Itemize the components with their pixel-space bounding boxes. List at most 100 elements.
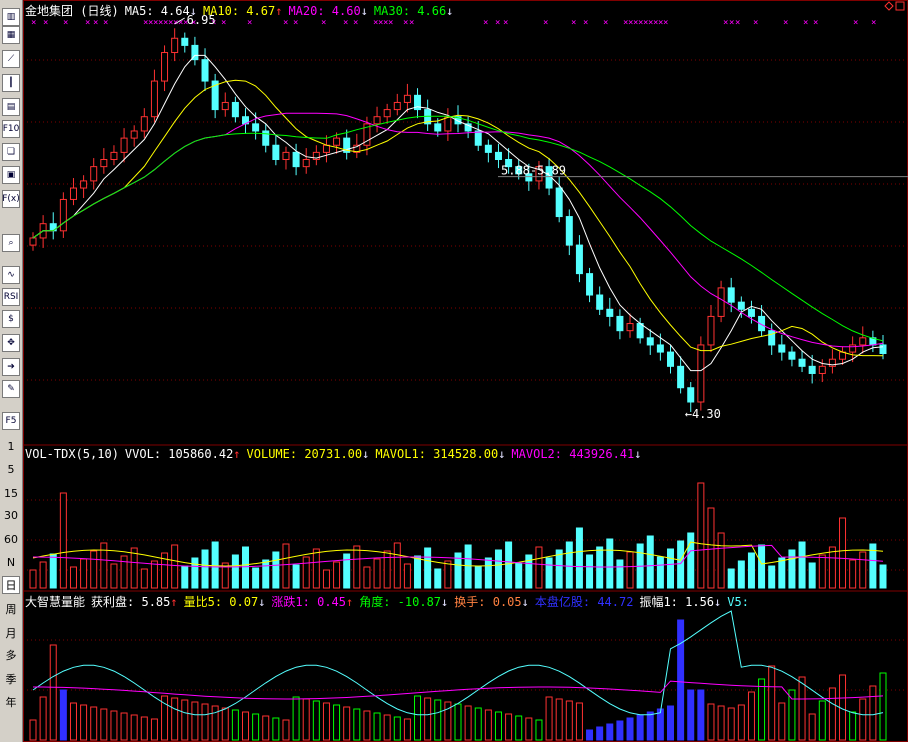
energy-bar-50 — [535, 719, 543, 741]
rsi-icon[interactable]: RSI — [2, 288, 20, 306]
candle-body-67 — [707, 315, 715, 346]
volume-bar-73 — [768, 565, 776, 589]
event-marker-4: × — [93, 18, 98, 28]
period-button-9[interactable]: 多 — [2, 646, 20, 664]
candle-body-61 — [646, 337, 654, 346]
candle-body-64 — [677, 365, 685, 389]
volume-bar-79 — [828, 546, 836, 589]
energy-bar-74 — [778, 702, 786, 741]
energy-bar-26 — [292, 696, 300, 741]
period-button-6[interactable]: 日 — [2, 576, 20, 594]
energy-bar-69 — [727, 707, 735, 741]
period-button-1[interactable]: 5 — [2, 460, 20, 478]
wave-icon[interactable]: ∿ — [2, 266, 20, 284]
formula-icon[interactable]: F(x) — [2, 190, 20, 208]
export-icon[interactable]: ➔ — [2, 358, 20, 376]
energy-bar-29 — [322, 702, 330, 741]
candle-body-10 — [130, 130, 138, 139]
ma20-line — [32, 112, 884, 348]
move-icon[interactable]: ✥ — [2, 334, 20, 352]
candle-body-41 — [444, 116, 452, 132]
candle-body-25 — [282, 151, 290, 161]
candle-body-29 — [322, 144, 330, 153]
volume-bar-58 — [616, 559, 624, 589]
v5-line — [32, 610, 884, 716]
grid-icon[interactable]: ▦ — [2, 26, 20, 44]
mavol2-arrow: ↓ — [634, 447, 642, 461]
energy-bar-68 — [717, 705, 725, 741]
candle-body-65 — [687, 387, 695, 403]
volume-bar-51 — [545, 557, 553, 589]
candle-body-45 — [484, 144, 492, 153]
event-marker-52: × — [813, 18, 818, 28]
kline-icon[interactable]: ▥ — [2, 8, 20, 26]
mavol1-arrow: ↓ — [498, 447, 506, 461]
volume-bar-75 — [788, 549, 796, 589]
bookmark-icon[interactable]: ❏ — [2, 143, 20, 161]
chart-area[interactable]: × × × × × × × × × × × × × × × × × × × × × × × × × × × × × × × × × × × × × × × ×… — [23, 0, 908, 742]
period-button-11[interactable]: 年 — [2, 693, 20, 711]
energy-bar-46 — [494, 711, 502, 741]
left-toolbar: ▥ ▦ ⟋ ┃ ▤ F10 ❏ ▣ F(x) ⌕ ∿ RSI $ ✥ ➔ ✎ F5 1 5 15 30 60 N 日周月多季年 — [0, 0, 23, 742]
f10-icon[interactable]: F10 — [2, 120, 20, 138]
period-button-10[interactable]: 季 — [2, 670, 20, 688]
energy-bar-25 — [282, 719, 290, 741]
energy-bar-14 — [171, 697, 179, 741]
energy-bar-64 — [677, 619, 685, 741]
event-marker-17: × — [221, 18, 226, 28]
notes-icon[interactable]: ▣ — [2, 166, 20, 184]
candle-icon[interactable]: ┃ — [2, 74, 20, 92]
candle-body-8 — [110, 151, 118, 161]
event-marker-30: × — [483, 18, 488, 28]
dollar-icon[interactable]: $ — [2, 310, 20, 328]
candle-body-9 — [120, 137, 128, 153]
volume-bar-66 — [697, 482, 705, 589]
volume-bar-23 — [262, 559, 270, 589]
volume-bar-67 — [707, 507, 715, 589]
search-icon[interactable]: ⌕ — [2, 234, 20, 252]
volume-bar-41 — [444, 560, 452, 589]
candle-body-66 — [697, 344, 705, 403]
energy-bar-66 — [697, 689, 705, 741]
chart-canvas[interactable]: × × × × × × × × × × × × × × × × × × × × × × × × × × × × × × × × × × × × × × × ×… — [23, 0, 908, 742]
period-button-2[interactable]: 15 — [2, 484, 20, 502]
window-icon[interactable]: ▤ — [2, 98, 20, 116]
profit-arrow: ↑ — [170, 595, 178, 609]
event-marker-22: × — [343, 18, 348, 28]
period-button-7[interactable]: 周 — [2, 600, 20, 618]
energy-bar-33 — [363, 710, 371, 741]
volume-bar-32 — [353, 545, 361, 589]
volume-bar-55 — [586, 554, 594, 589]
volume-bar-12 — [150, 560, 158, 589]
energy-bar-77 — [808, 713, 816, 741]
period-button-8[interactable]: 月 — [2, 624, 20, 642]
period-button-0[interactable]: 1 — [2, 437, 20, 455]
energy-bar-81 — [849, 711, 857, 741]
volume-bar-61 — [646, 535, 654, 589]
energy-bar-62 — [656, 708, 664, 741]
period-button-5[interactable]: N — [2, 553, 20, 571]
energy-bar-70 — [737, 704, 745, 741]
energy-bar-12 — [150, 718, 158, 741]
volume-bar-31 — [343, 553, 351, 589]
candle-body-84 — [879, 344, 887, 355]
energy-bar-55 — [586, 729, 594, 741]
energy-indicator-name: 大智慧量能 — [25, 595, 86, 609]
volume-bar-6 — [90, 550, 98, 589]
pencil-icon[interactable]: ✎ — [2, 380, 20, 398]
period-button-4[interactable]: 60 — [2, 530, 20, 548]
energy-bar-48 — [515, 715, 523, 741]
main-panel-header: 金地集团 (日线) MA5: 4.64↓ MA10: 4.67↑ MA20: 4.60… — [25, 2, 459, 18]
f5-icon[interactable]: F5 — [2, 412, 20, 430]
candle-body-27 — [302, 159, 310, 168]
period-button-3[interactable]: 30 — [2, 506, 20, 524]
volume-bar-76 — [798, 541, 806, 589]
candle-body-46 — [494, 151, 502, 161]
volume-bar-11 — [140, 568, 148, 589]
energy-bar-67 — [707, 703, 715, 741]
candle-body-3 — [59, 198, 67, 232]
energy-bar-83 — [869, 685, 877, 741]
mavol2-label: MAVOL2: 443926.41 — [511, 447, 635, 461]
line-chart-icon[interactable]: ⟋ — [2, 50, 20, 68]
volume-bar-20 — [231, 554, 239, 589]
